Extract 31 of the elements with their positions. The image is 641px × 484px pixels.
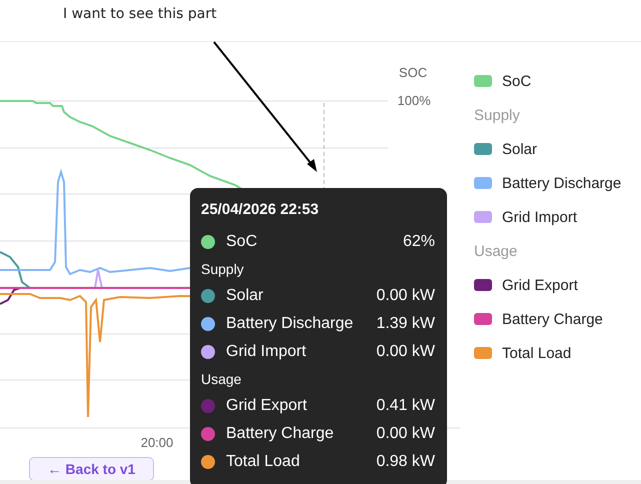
series-label: Grid Import: [226, 343, 306, 361]
tooltip-title: 25/04/2026 22:53: [201, 200, 319, 220]
legend-label[interactable]: Total Load: [502, 344, 572, 362]
series-value: 62%: [402, 233, 435, 251]
series-label: Battery Discharge: [226, 315, 354, 333]
legend-label[interactable]: Solar: [502, 140, 538, 158]
series-label: Battery Charge: [226, 425, 334, 443]
series-label: Total Load: [226, 453, 300, 471]
axis-label: 20:00: [140, 435, 174, 450]
series-value: 0.98 kW: [376, 453, 435, 471]
back-button[interactable]: ← Back to v1: [29, 457, 154, 481]
series-value: 0.00 kW: [376, 343, 435, 361]
series-label: Solar: [226, 287, 264, 305]
legend-group-label: Usage: [474, 242, 518, 260]
series-label: Grid Export: [226, 397, 307, 415]
legend-label[interactable]: SoC: [502, 72, 532, 90]
legend-label[interactable]: Grid Export: [502, 276, 578, 294]
axis-label: 100%: [397, 93, 431, 108]
legend-label[interactable]: Grid Import: [502, 208, 578, 226]
series-value: 0.00 kW: [376, 425, 435, 443]
annotation-text: I want to see this part: [63, 6, 217, 22]
group-label: Usage: [201, 371, 242, 387]
legend-group-label: Supply: [474, 106, 520, 124]
series-label: SoC: [226, 233, 258, 251]
legend-label[interactable]: Battery Charge: [502, 310, 603, 328]
legend-label[interactable]: Battery Discharge: [502, 174, 622, 192]
group-label: Supply: [201, 261, 244, 277]
axis-title: SOC: [398, 65, 428, 80]
series-value: 0.41 kW: [376, 397, 435, 415]
series-value: 0.00 kW: [376, 287, 435, 305]
series-value: 1.39 kW: [376, 315, 435, 333]
